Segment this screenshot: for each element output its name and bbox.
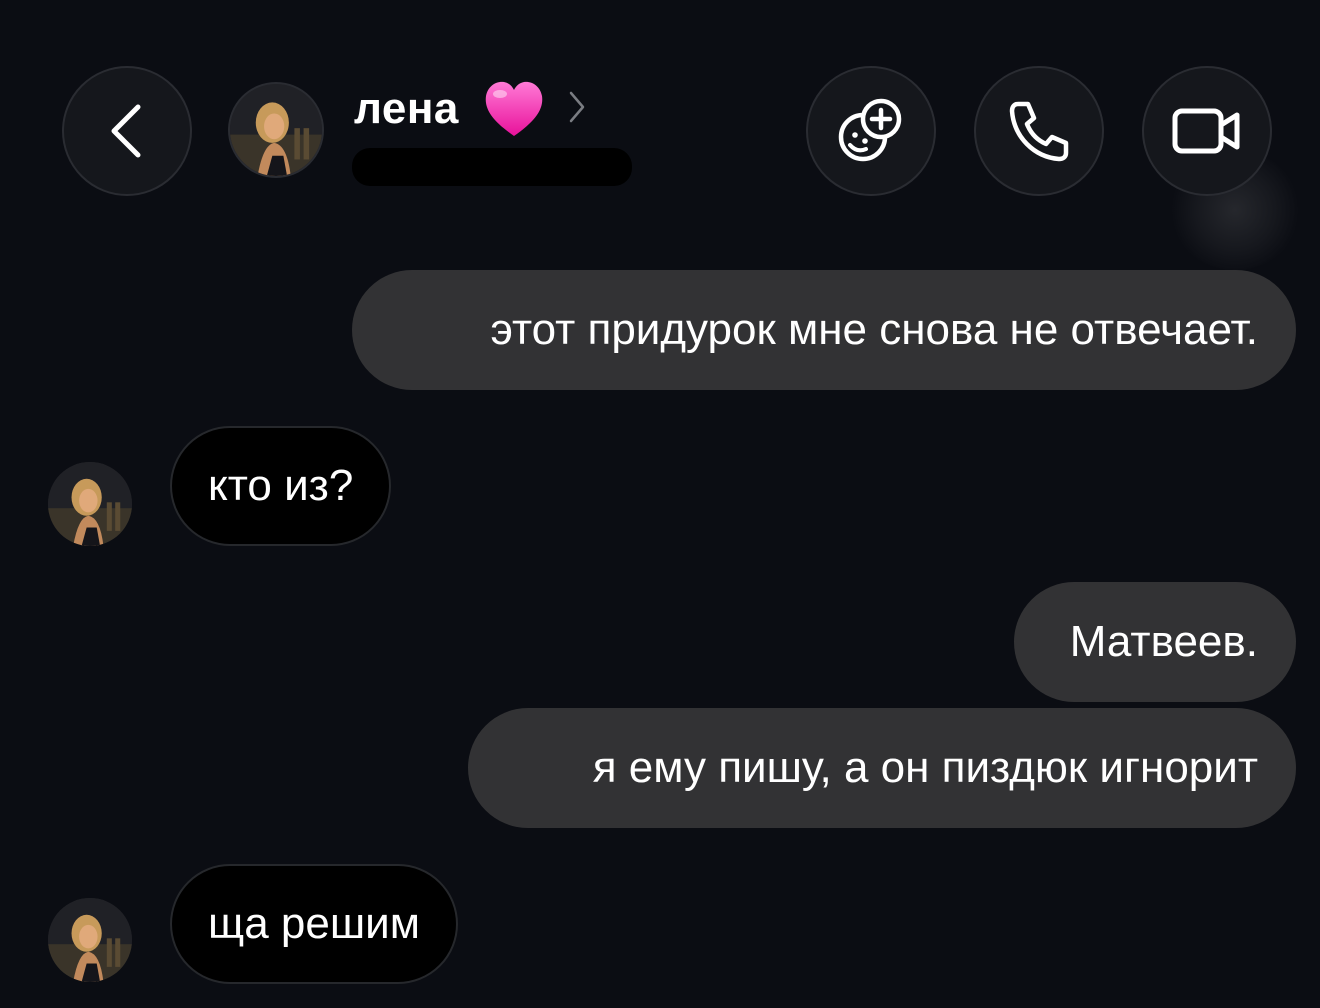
contact-name[interactable]: лена: [354, 84, 459, 134]
message-text: я ему пишу, а он пиздюк игнорит: [592, 743, 1258, 792]
profile-photo-icon: [48, 898, 132, 982]
chevron-left-icon: [111, 104, 141, 158]
video-camera-icon: [1172, 108, 1240, 154]
incoming-message[interactable]: ща решим: [170, 864, 458, 984]
voice-call-button[interactable]: [974, 66, 1104, 196]
outgoing-message[interactable]: Матвеев.: [1014, 582, 1296, 702]
chat-screen: лена этот придурок мне снова не отвечает…: [0, 0, 1320, 1008]
profile-photo-icon: [230, 84, 322, 176]
incoming-message[interactable]: кто из?: [170, 426, 392, 546]
sender-avatar[interactable]: [48, 462, 132, 546]
phone-icon: [1009, 101, 1069, 162]
add-sticker-button[interactable]: [806, 66, 936, 196]
message-text: кто из?: [208, 461, 354, 510]
profile-photo-icon: [48, 462, 132, 546]
message-text: Матвеев.: [1069, 617, 1258, 666]
outgoing-message[interactable]: я ему пишу, а он пиздюк игнорит: [468, 708, 1296, 828]
message-text: ща решим: [208, 899, 420, 948]
contact-avatar[interactable]: [228, 82, 324, 178]
redacted-username: [352, 148, 632, 186]
pink-heart-icon: [485, 81, 543, 136]
back-button[interactable]: [62, 66, 192, 196]
sender-avatar[interactable]: [48, 898, 132, 982]
outgoing-message[interactable]: этот придурок мне снова не отвечает.: [352, 270, 1296, 390]
video-call-button[interactable]: [1142, 66, 1272, 196]
sticker-add-icon: [838, 98, 902, 162]
message-text: этот придурок мне снова не отвечает.: [490, 305, 1258, 354]
chevron-right-icon[interactable]: [568, 90, 586, 124]
